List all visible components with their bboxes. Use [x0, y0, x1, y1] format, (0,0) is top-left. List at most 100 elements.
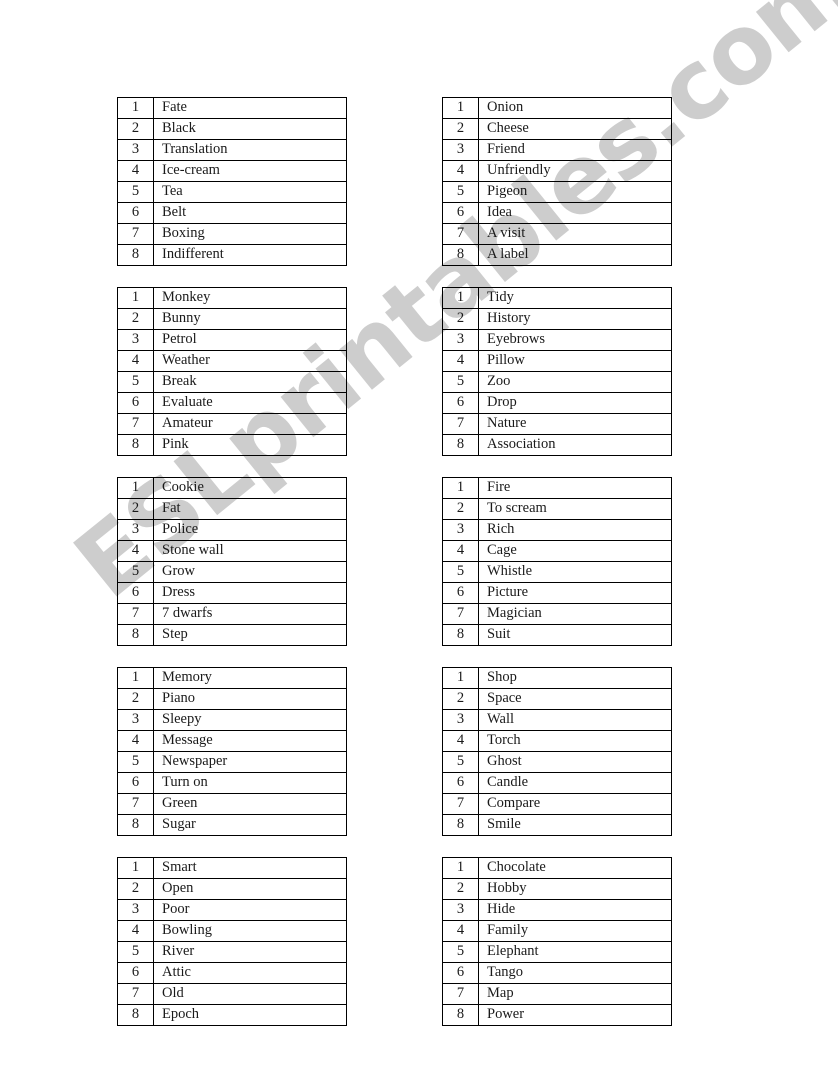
table-row: 5 River [117, 941, 347, 963]
word-cell: A visit [478, 223, 672, 245]
word-cell: Chocolate [478, 857, 672, 879]
table-6: 1 Fire 2 To scream 3 Rich 4 Cage 5 Whistle 6 Pictur… [442, 477, 672, 646]
row-number: 4 [442, 350, 479, 372]
row-number: 2 [117, 308, 154, 330]
row-number: 6 [117, 582, 154, 604]
row-number: 8 [117, 624, 154, 646]
table-row: 8 Sugar [117, 814, 347, 836]
row-number: 2 [117, 688, 154, 710]
word-cell: To scream [478, 498, 672, 520]
row-number: 1 [442, 667, 479, 689]
row-number: 8 [442, 434, 479, 456]
table-row: 8 Step [117, 624, 347, 646]
word-cell: Picture [478, 582, 672, 604]
row-number: 4 [117, 920, 154, 942]
word-cell: Cage [478, 540, 672, 562]
row-number: 3 [117, 139, 154, 161]
right-column: 1 Onion 2 Cheese 3 Friend 4 Unfriendly 5 Pigeon 6 I… [442, 97, 672, 1026]
table-row: 3 Friend [442, 139, 672, 161]
table-row: 2 History [442, 308, 672, 330]
row-number: 5 [442, 181, 479, 203]
row-number: 1 [117, 667, 154, 689]
word-cell: Tango [478, 962, 672, 984]
row-number: 5 [442, 941, 479, 963]
word-cell: Ice-cream [153, 160, 347, 182]
word-cell: Break [153, 371, 347, 393]
table-row: 1 Monkey [117, 287, 347, 309]
row-number: 7 [442, 983, 479, 1005]
row-number: 7 [442, 603, 479, 625]
word-cell: Smile [478, 814, 672, 836]
word-cell: Hide [478, 899, 672, 921]
worksheet-content: 1 Fate 2 Black 3 Translation 4 Ice-cream 5 Tea 6 Be… [0, 0, 838, 1086]
row-number: 3 [442, 329, 479, 351]
word-cell: Unfriendly [478, 160, 672, 182]
table-row: 2 To scream [442, 498, 672, 520]
worksheet-page: ESLprintables.com 1 Fate 2 Black 3 Translatio… [0, 0, 838, 1086]
word-cell: Bowling [153, 920, 347, 942]
row-number: 8 [117, 814, 154, 836]
word-cell: Police [153, 519, 347, 541]
table-row: 7 Map [442, 983, 672, 1005]
word-cell: Piano [153, 688, 347, 710]
table-row: 5 Ghost [442, 751, 672, 773]
word-cell: Power [478, 1004, 672, 1026]
word-cell: Cheese [478, 118, 672, 140]
table-row: 3 Hide [442, 899, 672, 921]
word-cell: Nature [478, 413, 672, 435]
word-cell: Attic [153, 962, 347, 984]
word-cell: Wall [478, 709, 672, 731]
word-cell: 7 dwarfs [153, 603, 347, 625]
row-number: 6 [117, 962, 154, 984]
word-cell: Step [153, 624, 347, 646]
word-cell: Grow [153, 561, 347, 583]
word-cell: Sugar [153, 814, 347, 836]
table-row: 8 Epoch [117, 1004, 347, 1026]
table-row: 8A label [442, 244, 672, 266]
row-number: 8 [442, 624, 479, 646]
row-number: 6 [442, 392, 479, 414]
table-row: 1 Onion [442, 97, 672, 119]
table-row: 3 Sleepy [117, 709, 347, 731]
table-row: 3 Police [117, 519, 347, 541]
word-cell: Candle [478, 772, 672, 794]
table-row: 1 Memory [117, 667, 347, 689]
word-cell: Suit [478, 624, 672, 646]
table-row: 4 Cage [442, 540, 672, 562]
table-row: 8 Indifferent [117, 244, 347, 266]
word-cell: Message [153, 730, 347, 752]
row-number: 3 [442, 899, 479, 921]
word-cell: Sleepy [153, 709, 347, 731]
word-cell: Onion [478, 97, 672, 119]
table-row: 4 Stone wall [117, 540, 347, 562]
row-number: 5 [117, 561, 154, 583]
row-number: 1 [117, 287, 154, 309]
table-row: 4 Weather [117, 350, 347, 372]
word-cell: Dress [153, 582, 347, 604]
row-number: 6 [117, 772, 154, 794]
row-number: 3 [117, 329, 154, 351]
table-row: 2 Black [117, 118, 347, 140]
table-row: 4 Ice-cream [117, 160, 347, 182]
row-number: 4 [442, 730, 479, 752]
row-number: 4 [442, 160, 479, 182]
table-row: 6 Turn on [117, 772, 347, 794]
row-number: 5 [117, 941, 154, 963]
table-row: 7A visit [442, 223, 672, 245]
table-row: 3 Petrol [117, 329, 347, 351]
table-row: 2 Piano [117, 688, 347, 710]
table-row: 1 Fate [117, 97, 347, 119]
word-cell: Tea [153, 181, 347, 203]
row-number: 8 [442, 814, 479, 836]
table-row: 4 Bowling [117, 920, 347, 942]
table-9: 1 Smart 2 Open 3 Poor 4 Bowling 5 River 6 Attic 7 Old… [117, 857, 347, 1026]
word-cell: Fate [153, 97, 347, 119]
row-number: 5 [442, 751, 479, 773]
row-number: 8 [117, 1004, 154, 1026]
row-number: 8 [117, 244, 154, 266]
table-5: 1 Cookie 2 Fat 3 Police 4 Stone wall 5 Grow 6 Dress… [117, 477, 347, 646]
table-row: 1 Tidy [442, 287, 672, 309]
table-row: 1 Shop [442, 667, 672, 689]
table-row: 7 Boxing [117, 223, 347, 245]
row-number: 2 [442, 878, 479, 900]
